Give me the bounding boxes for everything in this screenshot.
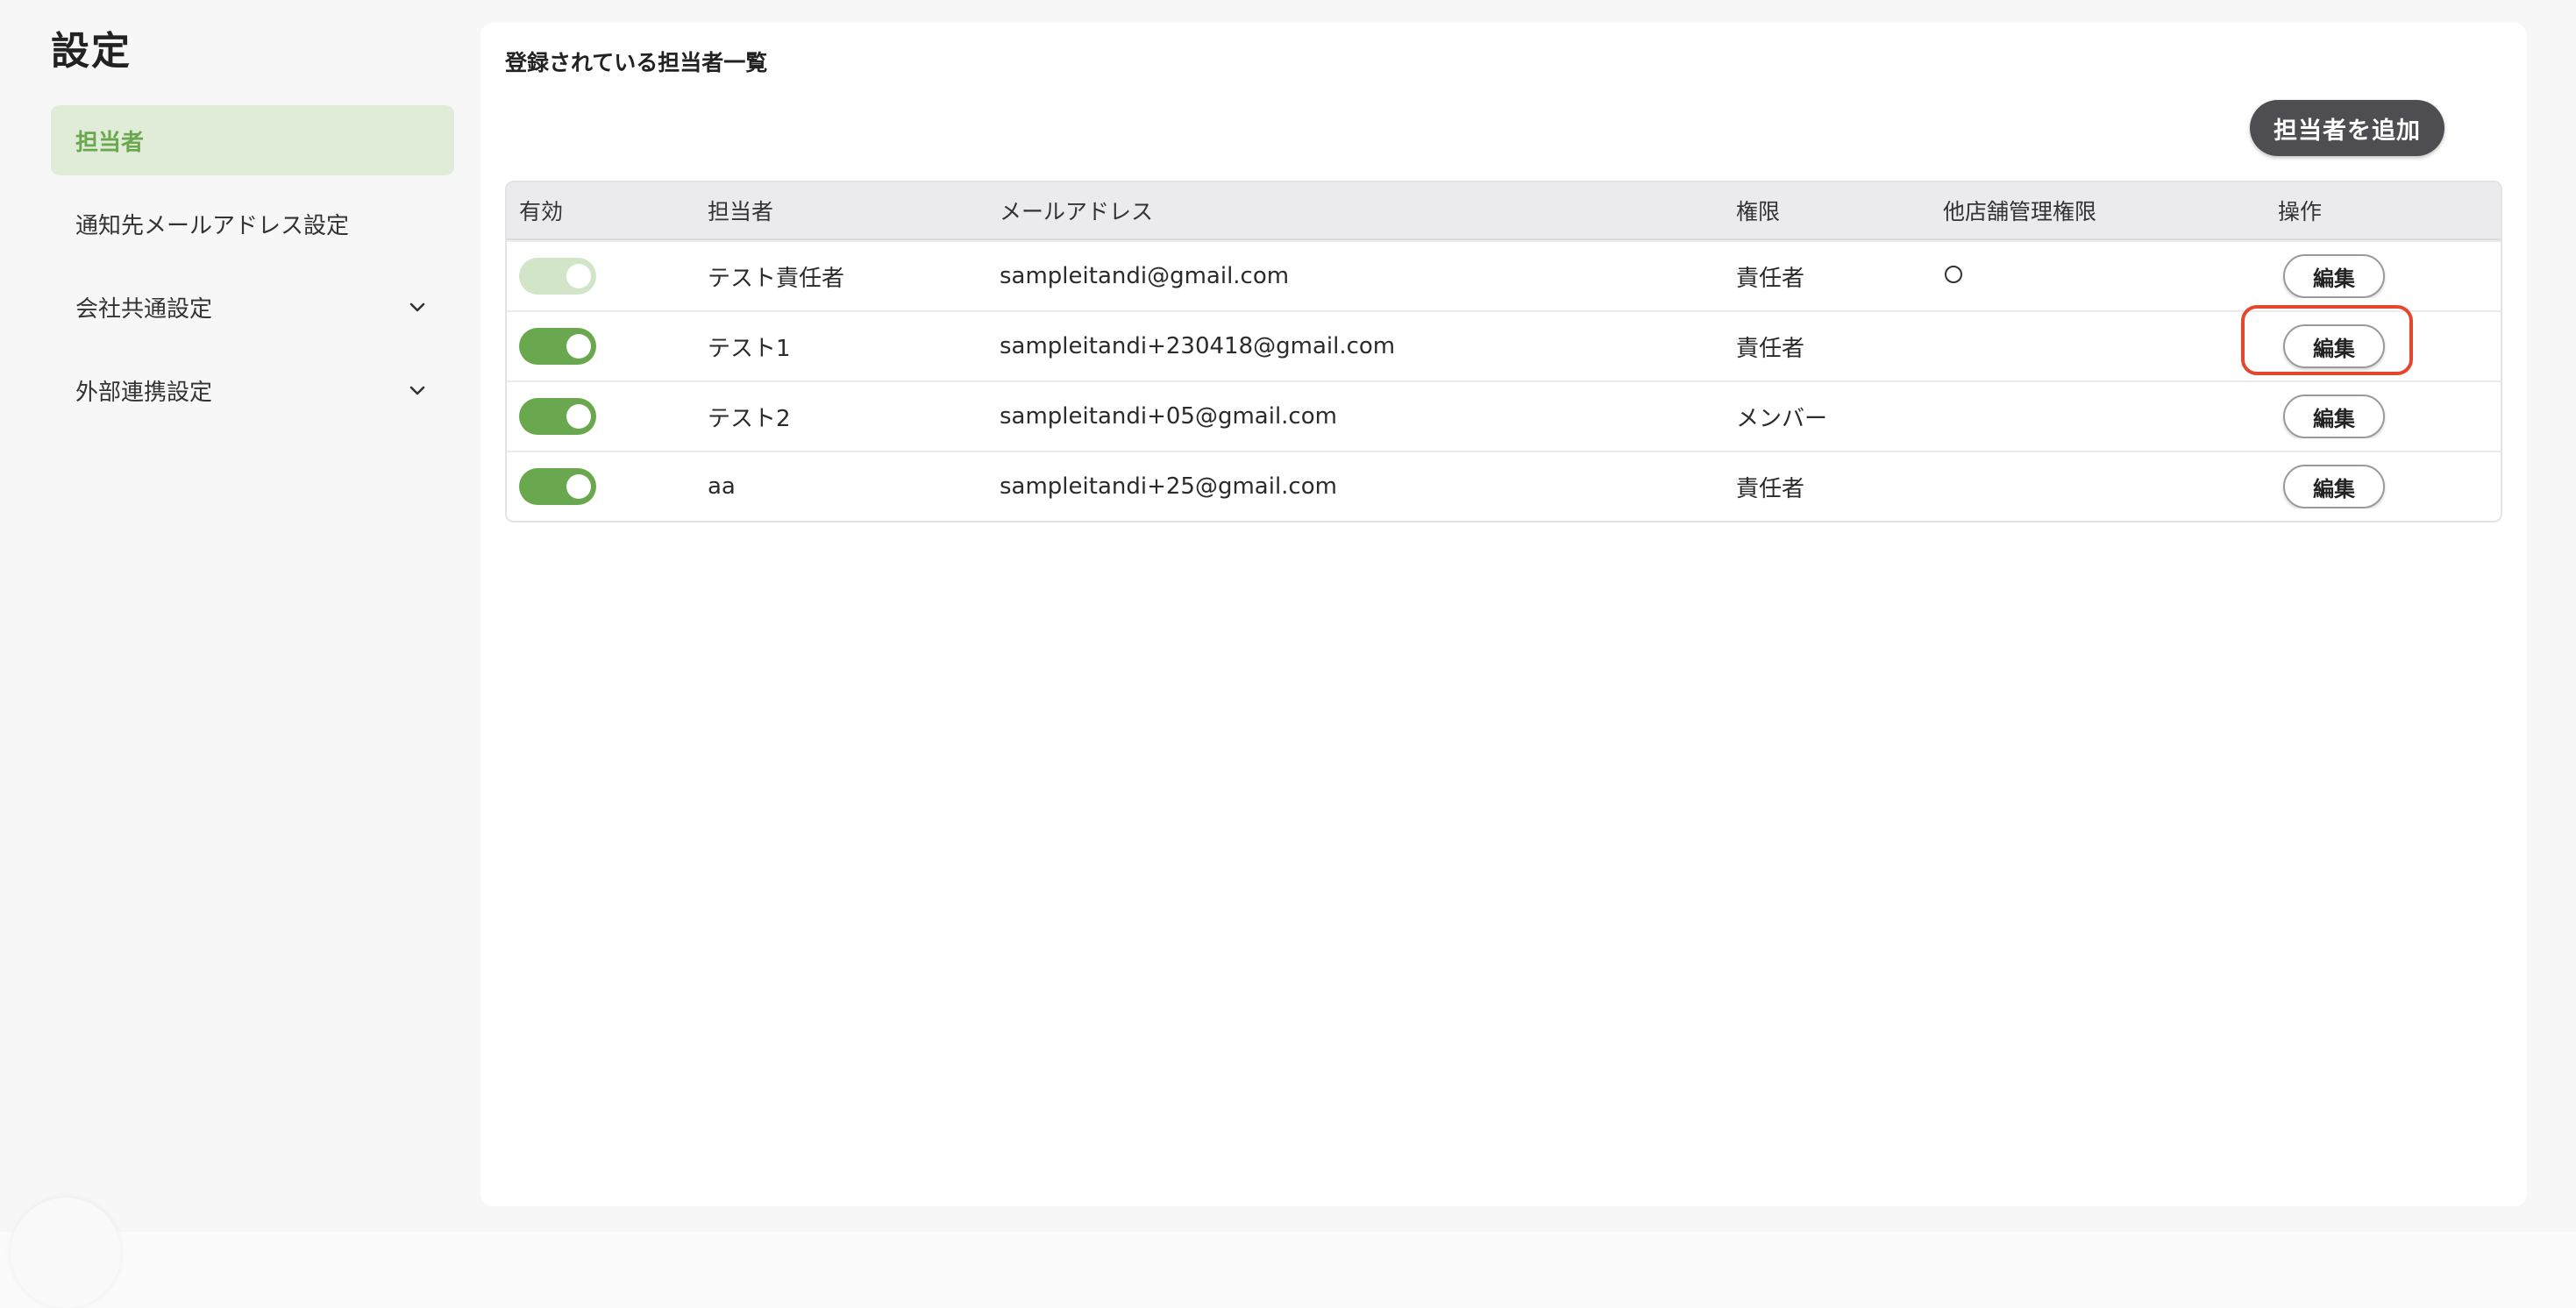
sidebar-item-company-common[interactable]: 会社共通設定 [51,272,454,342]
sidebar-item-staff[interactable]: 担当者 [51,105,454,175]
staff-email: sampleitandi+25@gmail.com [1000,473,1337,500]
edit-button[interactable]: 編集 [2283,395,2385,438]
staff-role: 責任者 [1736,475,1805,502]
sidebar-item-notification-email[interactable]: 通知先メールアドレス設定 [51,188,454,259]
floating-circle-button[interactable] [11,1198,121,1308]
column-header-staff: 担当者 [708,199,774,224]
table-header-row: 有効 担当者 メールアドレス 権限 他店舗管理権限 操作 [507,182,2501,240]
chevron-down-icon [409,386,425,395]
staff-table: 有効 担当者 メールアドレス 権限 他店舗管理権限 操作 テスト責任者 samp… [505,181,2502,522]
edit-button[interactable]: 編集 [2283,324,2385,368]
table-row: テスト1 sampleitandi+230418@gmail.com 責任者 編… [507,305,2501,380]
enabled-toggle[interactable] [519,328,596,365]
enabled-toggle[interactable] [519,468,596,505]
enabled-toggle[interactable] [519,398,596,435]
table-row: テスト2 sampleitandi+05@gmail.com メンバー 編集 [507,380,2501,451]
main-card: 登録されている担当者一覧 担当者を追加 有効 担当者 メールアドレス 権限 他店… [480,23,2527,1206]
highlight-annotation: 編集 [2241,305,2413,375]
toggle-knob [566,334,591,359]
section-title: 登録されている担当者一覧 [505,50,768,75]
staff-role: 責任者 [1736,335,1805,362]
staff-email: sampleitandi+05@gmail.com [1000,403,1337,430]
sidebar-item-label: 通知先メールアドレス設定 [75,212,350,239]
other-store-permission-mark [1945,266,1962,283]
column-header-enabled: 有効 [519,199,564,224]
sidebar-item-label: 外部連携設定 [75,379,213,406]
table-row: aa sampleitandi+25@gmail.com 責任者 編集 [507,451,2501,521]
page-title: 設定 [51,29,132,74]
sidebar-item-external-integration[interactable]: 外部連携設定 [51,355,454,425]
bottom-band [0,1232,2576,1308]
staff-role: 責任者 [1736,265,1805,292]
staff-email: sampleitandi@gmail.com [1000,263,1290,289]
sidebar-item-label: 担当者 [75,129,145,156]
edit-button[interactable]: 編集 [2283,254,2385,298]
staff-name: テスト責任者 [708,265,845,292]
staff-role: メンバー [1736,405,1828,432]
enabled-toggle[interactable] [519,258,596,295]
sidebar-item-label: 会社共通設定 [75,295,213,323]
toggle-knob [566,474,591,499]
edit-button[interactable]: 編集 [2283,465,2385,508]
staff-name: aa [708,473,736,500]
column-header-role: 権限 [1736,199,1781,224]
staff-email: sampleitandi+230418@gmail.com [1000,333,1396,359]
column-header-actions: 操作 [2278,199,2323,224]
sidebar: 担当者 通知先メールアドレス設定 会社共通設定 外部連携設定 [51,105,454,438]
table-row: テスト責任者 sampleitandi@gmail.com 責任者 ○ 編集 [507,240,2501,310]
toggle-knob [566,264,591,288]
chevron-down-icon [409,302,425,312]
staff-name: テスト1 [708,335,791,362]
add-staff-button[interactable]: 担当者を追加 [2250,100,2444,156]
toggle-knob [566,404,591,429]
column-header-other-store-permission: 他店舗管理権限 [1943,199,2097,224]
staff-name: テスト2 [708,405,791,432]
column-header-email: メールアドレス [1000,199,1154,224]
